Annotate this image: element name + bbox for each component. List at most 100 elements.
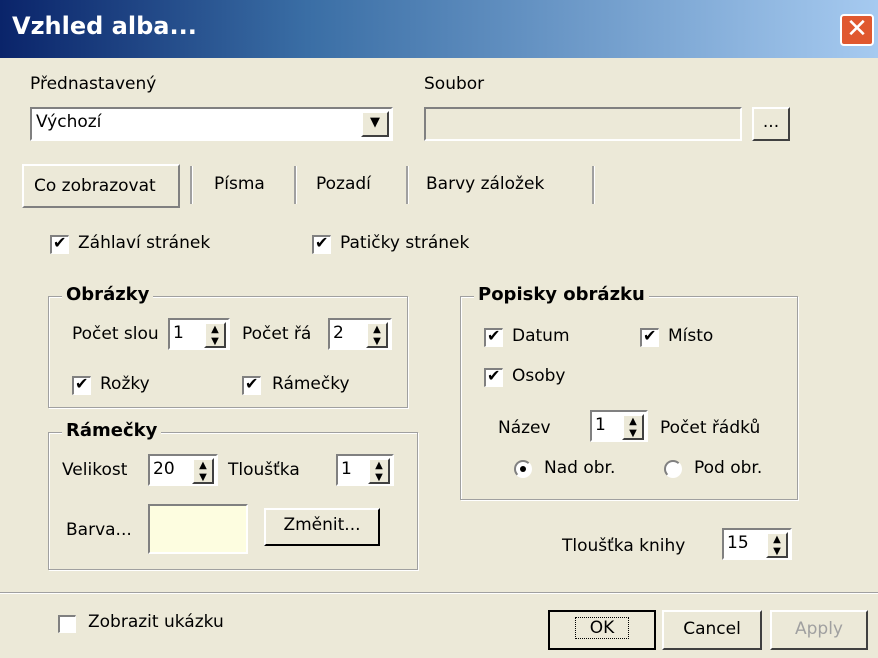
frame-size-label: Velikost	[62, 460, 128, 480]
preset-label: Přednastavený	[30, 74, 157, 94]
footer-checkbox[interactable]: ✔	[312, 233, 331, 254]
tab-label: Barvy záložek	[426, 174, 545, 194]
frame-color-swatch	[148, 504, 248, 554]
date-checkbox[interactable]: ✔	[484, 326, 503, 347]
name-lines-spinner[interactable]: 1 ▲ ▼	[590, 410, 648, 442]
tab-label: Co zobrazovat	[34, 176, 156, 196]
down-icon: ▼	[629, 428, 637, 439]
footer-label: Patičky stránek	[340, 233, 470, 253]
frame-thickness-label: Tloušťka	[228, 460, 300, 480]
up-icon: ▲	[211, 324, 219, 335]
captions-group-title: Popisky obrázku	[474, 284, 649, 305]
spin-buttons[interactable]: ▲ ▼	[366, 322, 388, 348]
tab-pisma[interactable]: Písma	[198, 164, 288, 208]
check-icon: ✔	[245, 374, 259, 393]
tab-pozadi[interactable]: Pozadí	[300, 164, 400, 208]
frame-thickness-spinner[interactable]: 1 ▲ ▼	[336, 454, 394, 486]
spin-buttons[interactable]: ▲ ▼	[622, 414, 644, 440]
preset-dropdown-button[interactable]: ▼	[361, 111, 389, 137]
change-color-label: Změnit...	[283, 515, 361, 535]
cols-label: Počet slou	[72, 324, 159, 344]
spin-buttons[interactable]: ▲ ▼	[192, 458, 214, 484]
header-checkbox[interactable]: ✔	[50, 233, 69, 254]
header-label: Záhlaví stránek	[78, 233, 211, 253]
up-icon: ▲	[773, 534, 781, 545]
preset-value: Výchozí	[36, 112, 102, 132]
close-button[interactable]: ✕	[840, 14, 874, 46]
cancel-label: Cancel	[683, 619, 741, 639]
tab-separator	[190, 166, 193, 204]
spin-buttons[interactable]: ▲ ▼	[766, 532, 788, 558]
tab-separator	[294, 166, 297, 204]
images-group-title: Obrázky	[62, 284, 154, 305]
preview-checkbox[interactable]	[58, 615, 76, 633]
below-label: Pod obr.	[694, 458, 763, 478]
corners-checkbox[interactable]: ✔	[72, 374, 91, 395]
radio-dot	[520, 466, 526, 472]
tab-label: Písma	[214, 174, 265, 194]
name-label: Název	[498, 418, 551, 438]
below-radio[interactable]	[664, 460, 682, 478]
browse-button[interactable]: ...	[752, 107, 790, 141]
cols-spinner[interactable]: 1 ▲ ▼	[168, 318, 230, 350]
book-thickness-label: Tloušťka knihy	[562, 536, 686, 556]
dialog-window: Vzhled alba... ✕ Přednastavený Výchozí ▼…	[0, 0, 878, 658]
lines-label: Počet řádků	[660, 418, 761, 438]
browse-label: ...	[762, 112, 780, 132]
title-bar: Vzhled alba... ✕	[0, 0, 878, 58]
place-label: Místo	[668, 326, 714, 346]
rows-value: 2	[333, 323, 344, 343]
rows-spinner[interactable]: 2 ▲ ▼	[328, 318, 392, 350]
apply-label: Apply	[795, 619, 843, 639]
tab-label: Pozadí	[316, 174, 371, 194]
window-title: Vzhled alba...	[12, 12, 197, 40]
frames-group-title: Rámečky	[62, 420, 162, 441]
book-thickness-value: 15	[727, 533, 749, 553]
corners-label: Rožky	[100, 374, 150, 394]
ok-label: OK	[574, 617, 630, 639]
people-checkbox[interactable]: ✔	[484, 366, 503, 387]
cols-value: 1	[173, 323, 184, 343]
above-label: Nad obr.	[544, 458, 616, 478]
down-icon: ▼	[373, 336, 381, 347]
name-lines-value: 1	[595, 415, 606, 435]
check-icon: ✔	[487, 366, 501, 385]
tab-separator	[406, 166, 409, 204]
up-icon: ▲	[199, 460, 207, 471]
frame-size-value: 20	[153, 459, 175, 479]
check-icon: ✔	[643, 326, 657, 345]
down-icon: ▼	[375, 472, 383, 483]
tab-co-zobrazovat[interactable]: Co zobrazovat	[22, 164, 180, 208]
frame-size-spinner[interactable]: 20 ▲ ▼	[148, 454, 218, 486]
cancel-button[interactable]: Cancel	[662, 610, 762, 650]
above-radio[interactable]	[514, 460, 532, 478]
close-icon: ✕	[846, 14, 868, 44]
down-icon: ▼	[199, 472, 207, 483]
preview-label: Zobrazit ukázku	[88, 612, 224, 632]
image-frames-checkbox[interactable]: ✔	[242, 374, 261, 395]
file-input[interactable]	[424, 107, 742, 141]
up-icon: ▲	[375, 460, 383, 471]
date-label: Datum	[512, 326, 570, 346]
book-thickness-spinner[interactable]: 15 ▲ ▼	[722, 528, 792, 560]
spin-buttons[interactable]: ▲ ▼	[204, 322, 226, 348]
rows-label: Počet řá	[242, 324, 312, 344]
image-frames-label: Rámečky	[272, 374, 350, 394]
people-label: Osoby	[512, 366, 566, 386]
frame-thickness-value: 1	[341, 459, 352, 479]
tab-barvy-zalozek[interactable]: Barvy záložek	[412, 164, 582, 208]
check-icon: ✔	[315, 233, 329, 252]
tab-separator	[592, 166, 595, 204]
file-label: Soubor	[424, 74, 485, 94]
check-icon: ✔	[75, 374, 89, 393]
spin-buttons[interactable]: ▲ ▼	[368, 458, 390, 484]
preset-combobox[interactable]: Výchozí ▼	[30, 107, 393, 141]
frame-color-label: Barva...	[66, 520, 132, 540]
change-color-button[interactable]: Změnit...	[264, 508, 380, 546]
apply-button[interactable]: Apply	[770, 610, 868, 650]
down-icon: ▼	[773, 546, 781, 557]
place-checkbox[interactable]: ✔	[640, 326, 659, 347]
check-icon: ✔	[487, 326, 501, 345]
down-icon: ▼	[211, 336, 219, 347]
ok-button[interactable]: OK	[548, 610, 656, 650]
